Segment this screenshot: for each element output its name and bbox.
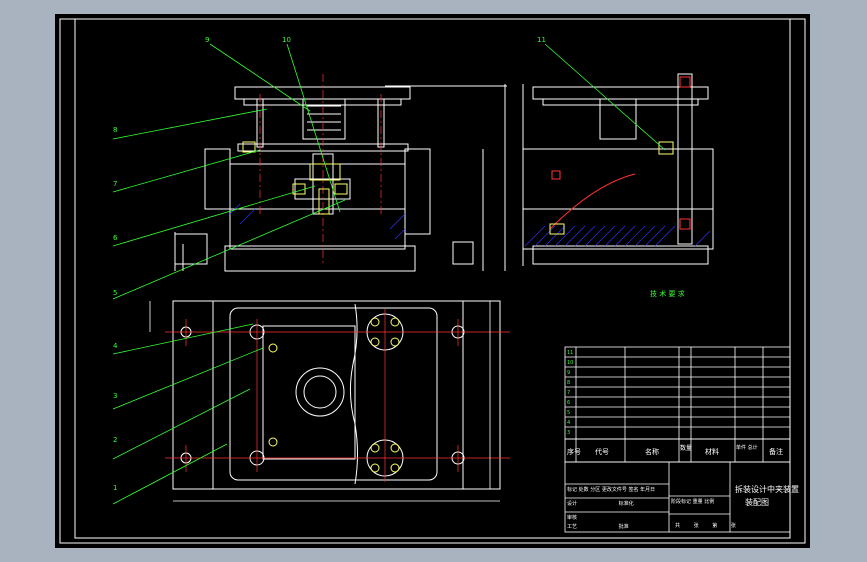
front-centerlines [259, 74, 382, 264]
svg-text:9: 9 [567, 370, 570, 376]
tb-approve: 批准 [618, 524, 629, 530]
side-yellow [549, 141, 674, 235]
inner-frame [74, 18, 791, 539]
tb-count: 处数 [578, 487, 589, 493]
cad-drawing: 11 10 9 8 7 6 5 4 3 [59, 18, 806, 544]
svg-text:7: 7 [567, 390, 570, 396]
balloon-8: 8 [113, 126, 118, 134]
tb-weight: 重量 [692, 499, 703, 505]
front-view [174, 84, 507, 272]
tb-nth: 第 [712, 523, 718, 529]
balloon-4: 4 [113, 342, 118, 350]
svg-text:4: 4 [567, 420, 570, 426]
side-accents [549, 76, 691, 230]
balloon-9: 9 [205, 36, 210, 44]
tb-scale: 比例 [704, 499, 715, 505]
tb-sheet-unit: 张 [730, 523, 736, 529]
tb-row3: 审核 [567, 515, 578, 521]
tb-sheets: 张 [693, 523, 699, 529]
front-yellow [242, 141, 348, 215]
tb-standard: 标准化 [618, 501, 634, 507]
technical-notes: 技 术 要 求 [620, 289, 685, 300]
bom-header-code: 代号 [595, 448, 609, 456]
plan-dimensions [149, 301, 500, 502]
bom-header-weight: 单件 总计 [736, 445, 758, 451]
tb-total: 共 [675, 523, 681, 529]
drawing-sheet: 11 10 9 8 7 6 5 4 3 9 10 11 8 7 6 5 4 3 2 1 技 … [55, 14, 810, 548]
tb-process: 工艺 [567, 524, 578, 530]
balloon-7: 7 [113, 180, 118, 188]
tb-design: 设计 [567, 501, 578, 507]
balloon-2: 2 [113, 436, 118, 444]
tb-change-doc: 更改文件号 [601, 487, 627, 493]
svg-text:11: 11 [567, 350, 573, 356]
outer-frame [59, 18, 806, 544]
bom-green-text: 11 10 9 8 7 6 5 4 3 [567, 350, 573, 436]
tb-stage: 阶段标记 重量 比例 [671, 498, 714, 505]
tb-row2: 设计 标准化 [567, 500, 634, 507]
title-line1: 拆装设计中夹装置 [735, 485, 799, 494]
tb-row4: 工艺 批准 [567, 523, 629, 530]
plan-view [172, 300, 501, 490]
balloon-3: 3 [113, 392, 118, 400]
notes-title: 技 术 要 求 [650, 290, 685, 298]
bom-header-remark: 备注 [769, 448, 783, 456]
bom-header-qty: 数量 [680, 445, 693, 452]
plan-centerlines [165, 309, 510, 482]
svg-text:3: 3 [567, 430, 570, 436]
leader-lines [112, 43, 666, 505]
tb-mark: 标记 [567, 487, 578, 493]
bom-header-name: 名称 [645, 448, 659, 456]
svg-text:8: 8 [567, 380, 570, 386]
svg-text:10: 10 [567, 360, 573, 366]
balloon-6: 6 [113, 234, 118, 242]
svg-text:6: 6 [567, 400, 570, 406]
balloon-5: 5 [113, 289, 118, 297]
plan-bolts [268, 317, 400, 473]
title-line2: 装配图 [745, 498, 769, 507]
balloon-11: 11 [537, 36, 546, 44]
balloon-1: 1 [113, 484, 118, 492]
svg-text:5: 5 [567, 410, 570, 416]
balloon-10: 10 [282, 36, 291, 44]
tb-sheet: 共 张 第 张 [675, 522, 736, 529]
tb-date: 年月日 [640, 487, 656, 493]
bom-header-material: 材料 [705, 448, 719, 456]
tb-sign: 签名 [628, 487, 639, 493]
bom-header-seq: 序号 [567, 448, 581, 456]
tb-stage-mark: 阶段标记 [671, 499, 692, 505]
side-view [522, 73, 714, 266]
tb-row1: 标记 处数 分区 更改文件号 签名 年月日 [567, 486, 655, 493]
tb-zone: 分区 [590, 487, 601, 493]
